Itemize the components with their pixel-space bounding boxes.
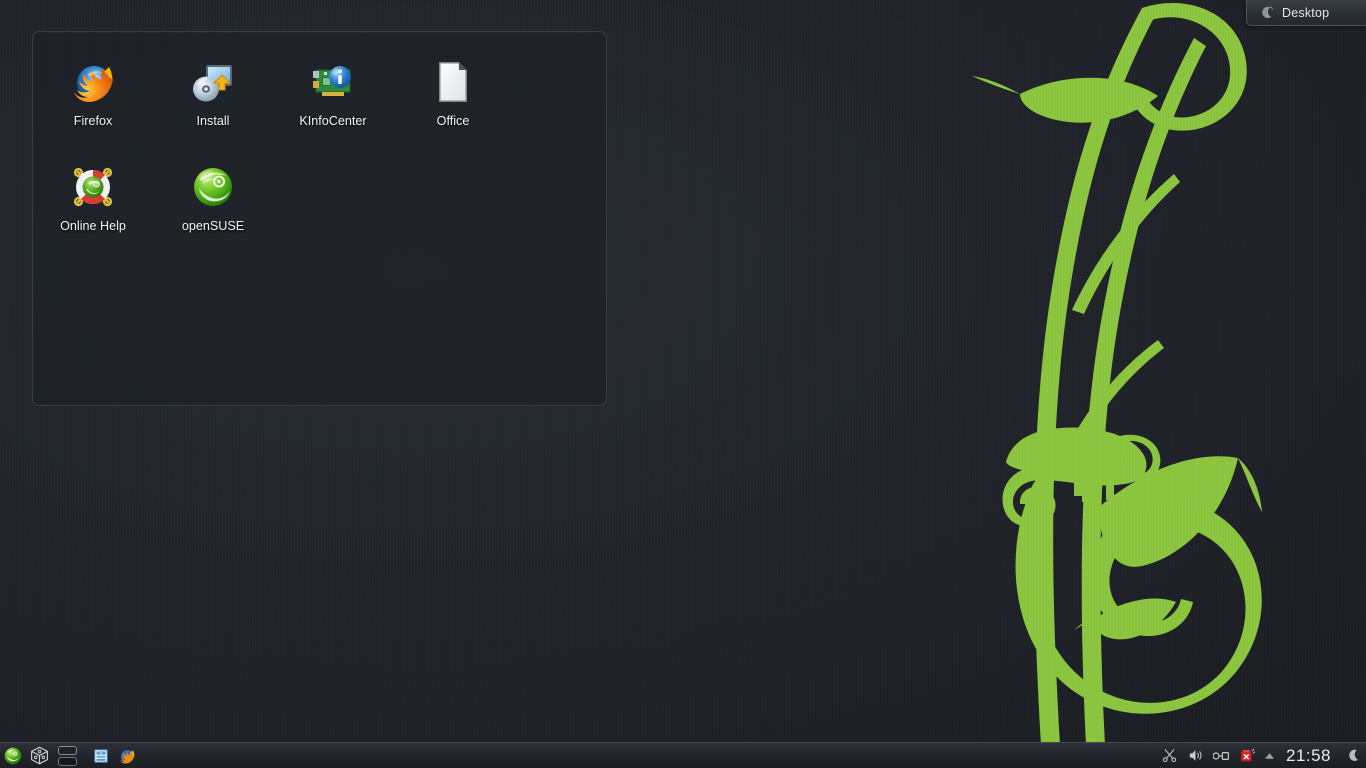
desktop-icon-label: Online Help [60,219,126,233]
desktop-icon-grid: Firefox Install KInfoCenter Office Onlin… [33,50,606,260]
pager-desktop-2[interactable] [57,756,77,766]
desktop-icon-label: Firefox [73,114,113,128]
desktop-icon-label: KInfoCenter [299,114,367,128]
chevron-up-icon [1265,753,1275,759]
network-status-tray-icon[interactable] [1236,743,1260,768]
file-manager-launcher[interactable] [88,743,114,768]
lifebuoy-help-icon [73,167,113,207]
volume-tray-icon[interactable] [1184,743,1208,768]
desktop-icon-kinfocenter[interactable]: KInfoCenter [273,50,393,155]
panel-spacer [140,743,1158,768]
kickoff-application-launcher[interactable] [0,743,26,768]
desktop-icon-label: openSUSE [181,219,245,233]
moon-phase-icon [1348,749,1358,761]
show-desktop-button[interactable] [26,743,52,768]
desktop-icon-label: Install [196,114,230,128]
libreoffice-document-icon [439,62,467,102]
cashew-icon [1262,6,1274,19]
firefox-icon [119,749,135,763]
desktop-icon-firefox[interactable]: Firefox [33,50,153,155]
speaker-icon [1190,750,1203,761]
device-notifier-tray-icon[interactable] [1210,743,1234,768]
desktop-toolbox-label: Desktop [1282,5,1330,20]
kinfocenter-card-icon [313,66,351,96]
pager-desktop-1[interactable] [57,745,77,755]
desktop-toolbox[interactable]: Desktop [1246,0,1366,26]
folder-view-widget[interactable]: Firefox Install KInfoCenter Office Onlin… [32,31,607,406]
web-browser-launcher[interactable] [114,743,140,768]
digital-clock[interactable]: 21:58 [1280,743,1340,768]
firefox-icon [74,66,113,102]
panel-left-section [0,743,140,768]
desktop-icon-label: Office [436,114,470,128]
usb-device-icon [1212,751,1229,760]
tray-expand-button[interactable] [1262,743,1278,768]
wallpaper-opensuse-vine [972,2,1262,745]
cube-desktop-icon [30,746,48,765]
network-disconnected-icon [1241,748,1256,762]
desktop-icon-opensuse[interactable]: openSUSE [153,155,273,260]
opensuse-menu-icon [4,747,22,764]
desktop-icon-online-help[interactable]: Online Help [33,155,153,260]
desktop-icon-office[interactable]: Office [393,50,513,155]
scissors-icon [1163,749,1177,763]
klipper-tray-icon[interactable] [1158,743,1182,768]
lunar-phase-widget[interactable] [1342,743,1364,768]
virtual-desktop-pager[interactable] [54,743,80,768]
desktop-icon-install[interactable]: Install [153,50,273,155]
system-tray: 21:58 [1158,743,1366,768]
install-cd-icon [193,65,232,102]
dolphin-filemanager-icon [94,748,108,763]
taskbar-panel: 21:58 [0,742,1366,768]
opensuse-geeko-icon [194,168,232,206]
